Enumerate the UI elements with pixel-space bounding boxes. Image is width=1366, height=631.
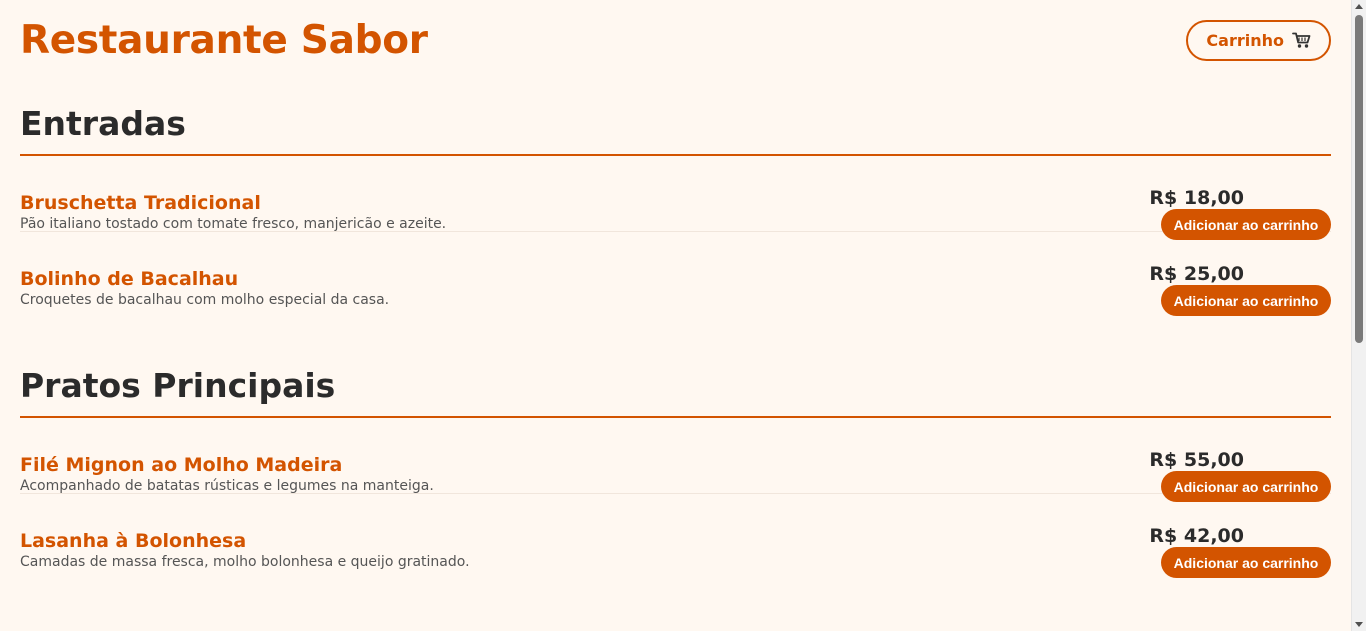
menu-item: Bolinho de Bacalhau Croquetes de bacalha… bbox=[20, 232, 1331, 316]
item-description: Camadas de massa fresca, molho bolonhesa… bbox=[20, 554, 470, 570]
item-price: R$ 18,00 bbox=[1149, 187, 1244, 209]
menu-section-pratos-principais: Pratos Principais Filé Mignon ao Molho M… bbox=[20, 366, 1331, 578]
scroll-up-arrow-icon[interactable] bbox=[1355, 4, 1363, 9]
item-name: Lasanha à Bolonhesa bbox=[20, 530, 247, 552]
site-title: Restaurante Sabor bbox=[20, 18, 428, 63]
shopping-cart-icon bbox=[1292, 32, 1311, 49]
menu-item: Bruschetta Tradicional Pão italiano tost… bbox=[20, 156, 1331, 240]
item-description: Acompanhado de batatas rústicas e legume… bbox=[20, 478, 434, 494]
item-description: Pão italiano tostado com tomate fresco, … bbox=[20, 216, 447, 232]
cart-button-label: Carrinho bbox=[1206, 31, 1284, 50]
item-price: R$ 55,00 bbox=[1149, 449, 1244, 471]
section-title: Entradas bbox=[20, 104, 1331, 156]
item-description: Croquetes de bacalhau com molho especial… bbox=[20, 292, 390, 308]
section-title: Pratos Principais bbox=[20, 366, 1331, 418]
item-name: Bolinho de Bacalhau bbox=[20, 268, 239, 290]
add-to-cart-button[interactable]: Adicionar ao carrinho bbox=[1161, 285, 1331, 316]
item-name: Bruschetta Tradicional bbox=[20, 192, 261, 214]
menu-item: Filé Mignon ao Molho Madeira Acompanhado… bbox=[20, 418, 1331, 502]
page: Restaurante Sabor Carrinho Entradas Brus… bbox=[0, 0, 1351, 631]
item-price: R$ 42,00 bbox=[1149, 525, 1244, 547]
scroll-down-arrow-icon[interactable] bbox=[1355, 622, 1363, 627]
cart-button[interactable]: Carrinho bbox=[1186, 20, 1331, 61]
add-to-cart-button[interactable]: Adicionar ao carrinho bbox=[1161, 547, 1331, 578]
menu-item: Lasanha à Bolonhesa Camadas de massa fre… bbox=[20, 494, 1331, 578]
item-name: Filé Mignon ao Molho Madeira bbox=[20, 454, 343, 476]
scroll-thumb[interactable] bbox=[1355, 15, 1363, 343]
item-price: R$ 25,00 bbox=[1149, 263, 1244, 285]
menu-section-entradas: Entradas Bruschetta Tradicional Pão ital… bbox=[20, 104, 1331, 316]
vertical-scrollbar[interactable] bbox=[1351, 0, 1366, 631]
site-header: Restaurante Sabor Carrinho bbox=[20, 18, 1331, 66]
